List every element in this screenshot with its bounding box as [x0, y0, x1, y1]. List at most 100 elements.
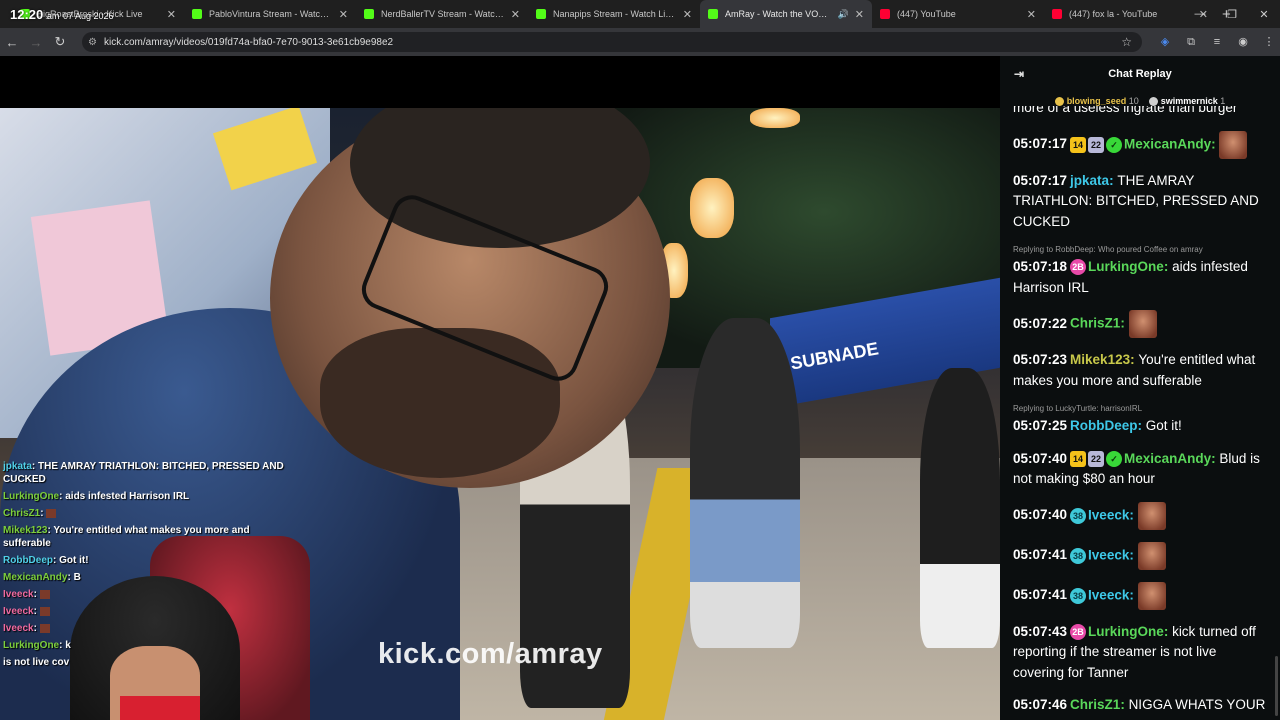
overlay-chat-name: ChrisZ1	[3, 508, 41, 519]
back-icon[interactable]: ←	[0, 35, 24, 50]
chat-message: 05:07:22 ChrisZ1:	[1013, 310, 1268, 338]
emote-icon	[1137, 541, 1166, 570]
sub-months-badge-icon: 2B	[1070, 259, 1087, 276]
channel-watermark: kick.com/amray	[378, 638, 603, 670]
reload-icon[interactable]: ↻	[48, 34, 72, 50]
chat-header: ⇥ Chat Replay	[1000, 56, 1280, 92]
overlay-chat-name: Mikek123	[3, 525, 48, 536]
clock-suffix: am	[46, 11, 60, 21]
lantern	[750, 108, 800, 128]
chat-message: 05:07:43 2B LurkingOne: kick turned off re…	[1013, 622, 1268, 684]
message-colon: :	[1137, 418, 1146, 433]
browser-tab[interactable]: PabloVintura Stream - Watch Live ✕	[184, 0, 356, 28]
message-username[interactable]: MexicanAndy	[1124, 451, 1211, 466]
close-tab-icon[interactable]: ✕	[167, 8, 176, 21]
tab-title: NerdBallerTV Stream - Watch Live	[381, 9, 505, 19]
youtube-favicon-icon	[880, 9, 890, 19]
media-icon[interactable]: ≡	[1206, 32, 1228, 52]
overlay-chat-name: jpkata	[3, 461, 32, 472]
site-info-icon[interactable]: ⚙	[88, 37, 97, 48]
overlay-chat-line: Iveeck:	[3, 588, 293, 601]
chat-message: 05:07:46ChrisZ1: NIGGA WHATS YOUR ENDGAM…	[1013, 695, 1268, 720]
speaker-icon[interactable]: 🔊	[838, 9, 849, 20]
message-username[interactable]: Iveeck	[1088, 507, 1129, 522]
sub-months-badge-icon: 2B	[1070, 623, 1087, 640]
browser-tab[interactable]: AmRay - Watch the VOD on 🔊 ✕	[700, 0, 872, 28]
video-player[interactable]: SUBNADE kick.com/amray jpkata: THE AMRAY…	[0, 56, 1000, 720]
restore-icon[interactable]: ❐	[1216, 8, 1248, 21]
url-field[interactable]: ⚙ kick.com/amray/videos/019fd74a-bfa0-7e…	[82, 32, 1142, 52]
message-username[interactable]: RobbDeep	[1070, 418, 1138, 433]
message-timestamp: 05:07:18	[1013, 259, 1068, 274]
overlay-chat-text: B	[73, 572, 81, 583]
lanyard	[120, 696, 200, 720]
clock-time: 12:20	[10, 7, 44, 22]
overlay-chat-line: Iveeck:	[3, 605, 293, 618]
overlay-chat-text: k	[65, 640, 71, 651]
close-tab-icon[interactable]: ✕	[683, 8, 692, 21]
lantern	[690, 178, 734, 238]
chat-message: 05:07:41 38 Iveeck:	[1013, 541, 1268, 570]
chat-message: Replying to RobbDeep: Who poured Coffee …	[1013, 244, 1268, 298]
emote-icon	[1137, 581, 1166, 610]
chat-messages[interactable]: more of a useless ingrate than burger 05…	[1000, 106, 1280, 720]
gifter-count: 1	[1220, 95, 1226, 106]
browser-tab[interactable]: (447) YouTube ✕	[872, 0, 1044, 28]
message-colon: :	[1129, 587, 1138, 603]
extensions-area: ◈ ⧉ ≡ ◉ ⋮	[1154, 32, 1280, 52]
reply-context[interactable]: Replying to LuckyTurtle: harrisonIRL	[1013, 403, 1268, 415]
emote-icon	[1128, 310, 1157, 338]
overlay-chat-name: Iveeck	[3, 623, 34, 634]
browser-tab[interactable]: Nanapips Stream - Watch Live on ✕	[528, 0, 700, 28]
browser-tab[interactable]: NerdBallerTV Stream - Watch Live ✕	[356, 0, 528, 28]
minimize-icon[interactable]: —	[1184, 8, 1216, 20]
emote-icon	[39, 623, 50, 633]
message-colon: :	[1163, 259, 1173, 274]
message-username[interactable]: LurkingOne	[1088, 259, 1164, 274]
message-colon: :	[1211, 136, 1220, 152]
gifter-name: blowing_seed	[1066, 95, 1127, 106]
chat-message: 05:07:40 14 22 ✓ MexicanAndy: Blud is not ma…	[1013, 449, 1268, 490]
bookmark-star-icon[interactable]: ☆	[1121, 35, 1132, 49]
sub-months-badge-icon: 14	[1070, 450, 1087, 467]
message-username[interactable]: Iveeck	[1088, 587, 1129, 602]
chat-replay-panel: ⇥ Chat Replay blowing_seed 10 swimmernic…	[1000, 56, 1280, 720]
profile-icon[interactable]: ◉	[1232, 32, 1254, 52]
reply-context[interactable]: Replying to RobbDeep: Who poured Coffee …	[1013, 244, 1268, 256]
kick-favicon-icon	[192, 9, 202, 19]
message-username[interactable]: LurkingOne	[1088, 624, 1164, 639]
message-username[interactable]: Iveeck	[1088, 547, 1129, 562]
message-username[interactable]: MexicanAndy	[1124, 136, 1211, 151]
message-timestamp: 05:07:22	[1013, 315, 1068, 331]
close-tab-icon[interactable]: ✕	[1027, 8, 1036, 21]
message-username[interactable]: ChrisZ1	[1070, 697, 1120, 712]
close-tab-icon[interactable]: ✕	[339, 8, 348, 21]
chat-scrollbar[interactable]	[1275, 656, 1278, 716]
close-tab-icon[interactable]: ✕	[855, 8, 864, 21]
extension-icon[interactable]: ◈	[1154, 32, 1176, 52]
gifter-count: 10	[1128, 95, 1139, 106]
pedestrian	[920, 368, 1000, 648]
collapse-chat-icon[interactable]: ⇥	[1014, 67, 1024, 81]
tab-title: PabloVintura Stream - Watch Live	[209, 9, 333, 19]
chat-message: 05:07:17 14 22 ✓ MexicanAndy:	[1013, 130, 1268, 159]
gifter-2[interactable]: swimmernick 1	[1148, 95, 1226, 107]
message-text: Got it!	[1145, 418, 1182, 433]
gifter-1[interactable]: blowing_seed 10	[1054, 95, 1139, 107]
puzzle-icon[interactable]: ⧉	[1180, 32, 1202, 52]
close-window-icon[interactable]: ✕	[1248, 8, 1280, 21]
overlay-chat-line: LurkingOne: aids infested Harrison IRL	[3, 490, 293, 503]
message-username[interactable]: jpkata	[1070, 173, 1109, 188]
overlay-chat-line: is not live cov	[3, 656, 293, 669]
overlay-chat-line: Iveeck:	[3, 622, 293, 635]
overlay-chat-line: ChrisZ1:	[3, 507, 293, 520]
forward-icon[interactable]: →	[24, 35, 48, 50]
chat-message-clipped: more of a useless ingrate than burger	[1013, 106, 1268, 119]
message-username[interactable]: ChrisZ1	[1070, 316, 1120, 331]
menu-icon[interactable]: ⋮	[1258, 32, 1280, 52]
close-tab-icon[interactable]: ✕	[511, 8, 520, 21]
overlay-chat-name: RobbDeep	[3, 555, 53, 566]
message-username[interactable]: Mikek123	[1070, 352, 1130, 367]
message-timestamp: 05:07:41	[1013, 587, 1068, 603]
message-colon: :	[1163, 623, 1173, 639]
